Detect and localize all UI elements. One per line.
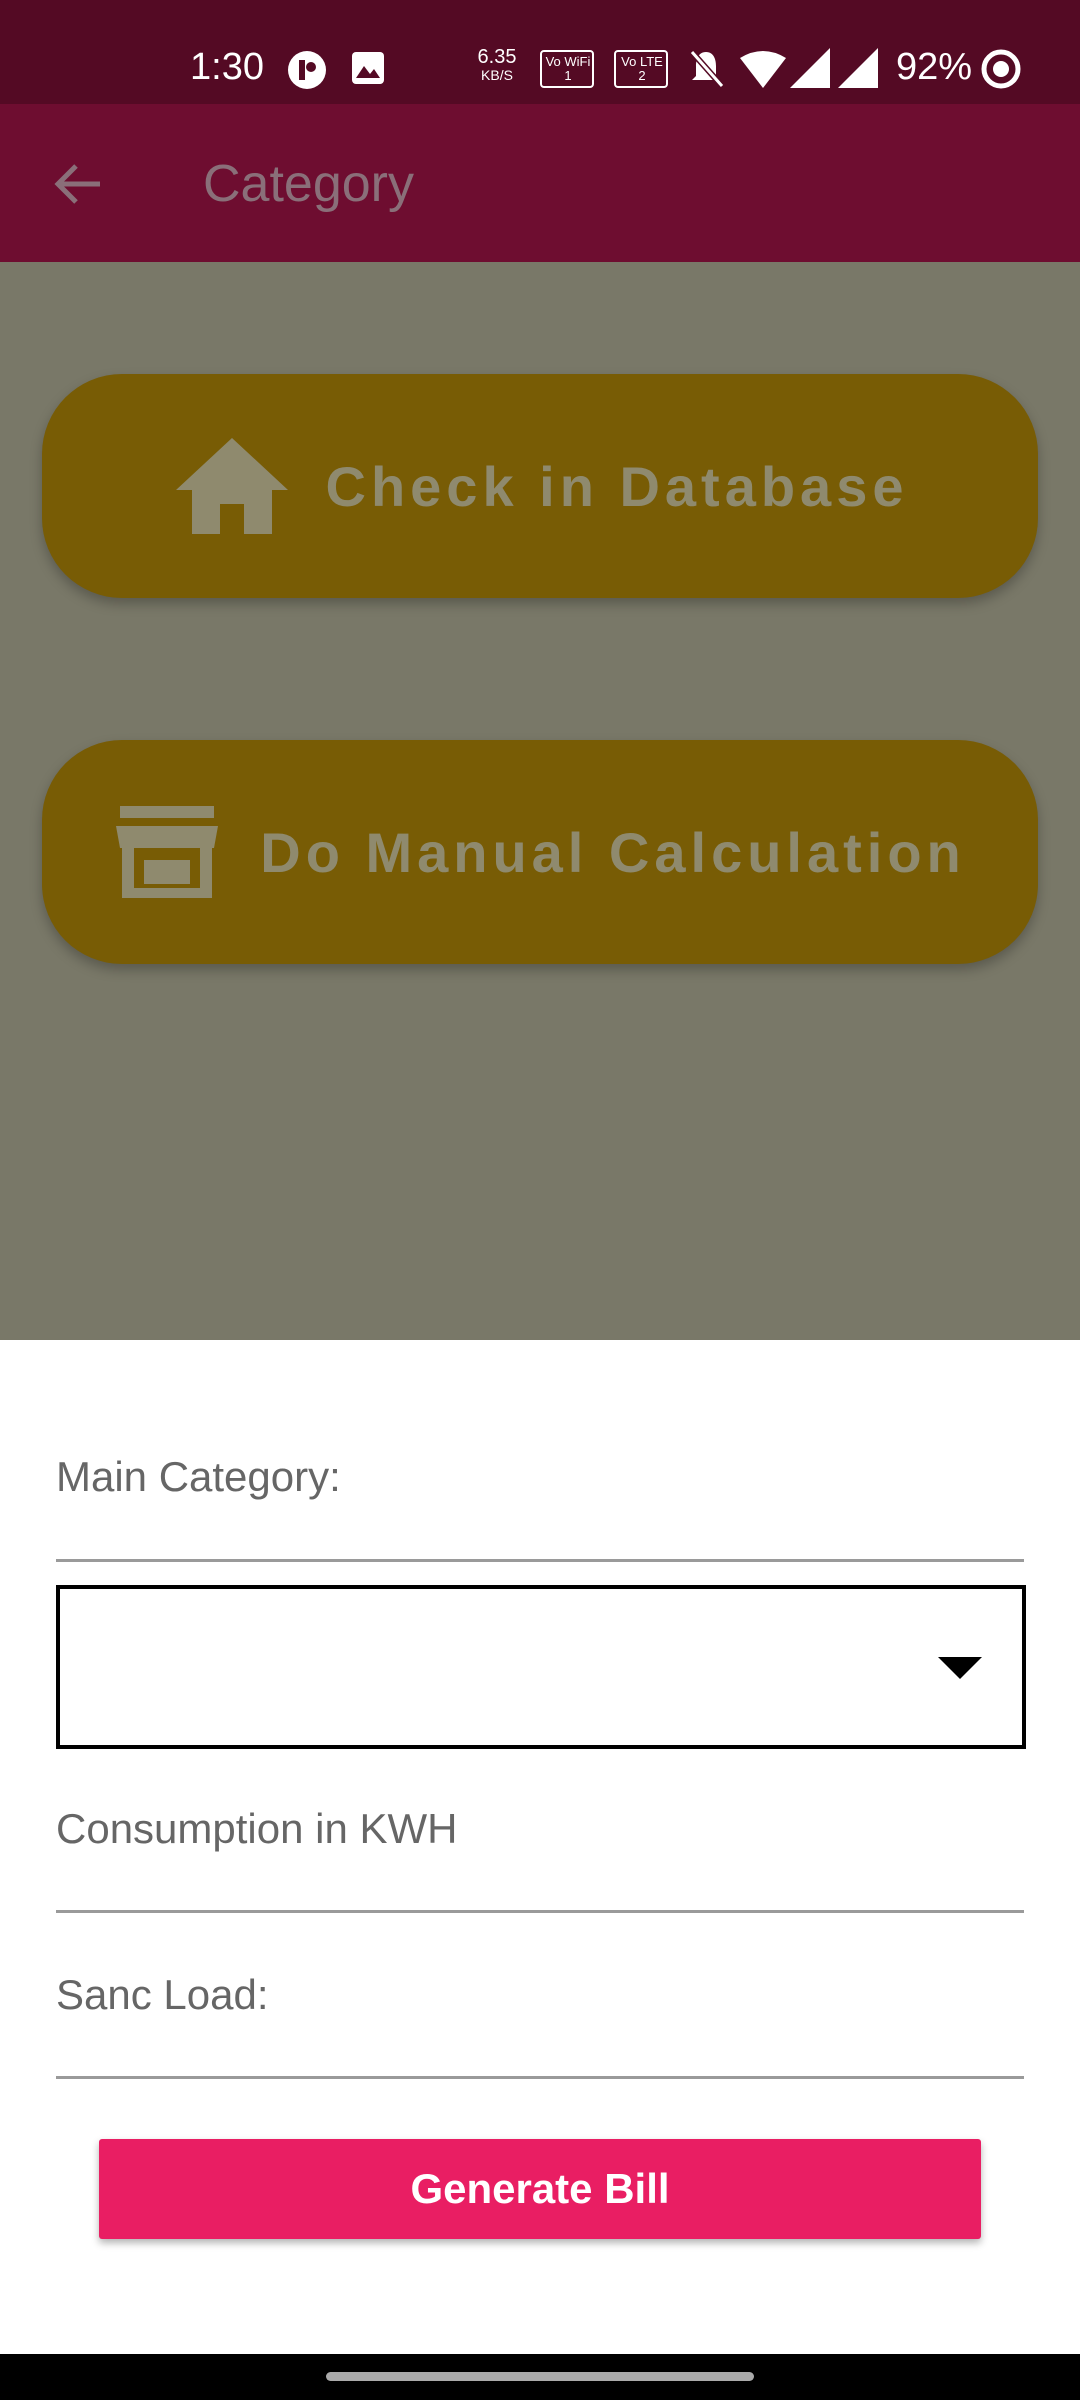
main-category-dropdown[interactable] bbox=[56, 1585, 1026, 1749]
main-category-underline bbox=[56, 1559, 1024, 1562]
home-icon bbox=[175, 438, 288, 534]
volte-lte-icon: Vo LTE 2 bbox=[614, 50, 668, 88]
status-bar: 1:30 6.35 KB/S Vo WiFi 1 Vo LTE 2 92% bbox=[0, 0, 1080, 104]
arrow-left-icon[interactable] bbox=[52, 162, 104, 206]
bell-muted-icon bbox=[689, 50, 724, 88]
main-content-scrim[interactable]: Check in Database Do Manual Calculation bbox=[0, 262, 1080, 1340]
image-notification-icon bbox=[352, 52, 384, 84]
manual-calculation-label: Do Manual Calculation bbox=[260, 820, 966, 884]
volte-wifi-icon: Vo WiFi 1 bbox=[540, 50, 594, 88]
battery-saver-icon bbox=[981, 49, 1021, 89]
consumption-underline bbox=[56, 1910, 1024, 1913]
manual-calculation-button[interactable]: Do Manual Calculation bbox=[42, 740, 1038, 964]
generate-bill-button[interactable]: Generate Bill bbox=[99, 2139, 981, 2239]
app-notification-icon bbox=[288, 51, 326, 89]
dropdown-arrow-icon bbox=[938, 1657, 982, 1679]
system-nav-bar bbox=[0, 2354, 1080, 2400]
store-icon bbox=[116, 806, 219, 898]
signal-2-icon bbox=[838, 48, 878, 88]
signal-1-icon bbox=[790, 48, 830, 88]
page-title: Category bbox=[203, 155, 414, 213]
status-time: 1:30 bbox=[190, 46, 264, 88]
consumption-input[interactable]: Consumption in KWH bbox=[56, 1805, 457, 1853]
app-bar: Category bbox=[0, 104, 1080, 262]
wifi-icon bbox=[740, 51, 786, 88]
battery-percent: 92% bbox=[896, 46, 973, 88]
home-gesture-handle[interactable] bbox=[326, 2372, 754, 2381]
check-database-button[interactable]: Check in Database bbox=[42, 374, 1038, 598]
sanc-load-underline bbox=[56, 2076, 1024, 2079]
sanc-load-input[interactable]: Sanc Load: bbox=[56, 1971, 269, 2019]
net-speed: 6.35 KB/S bbox=[477, 46, 517, 83]
main-category-label: Main Category: bbox=[56, 1453, 341, 1500]
check-database-label: Check in Database bbox=[325, 454, 909, 518]
